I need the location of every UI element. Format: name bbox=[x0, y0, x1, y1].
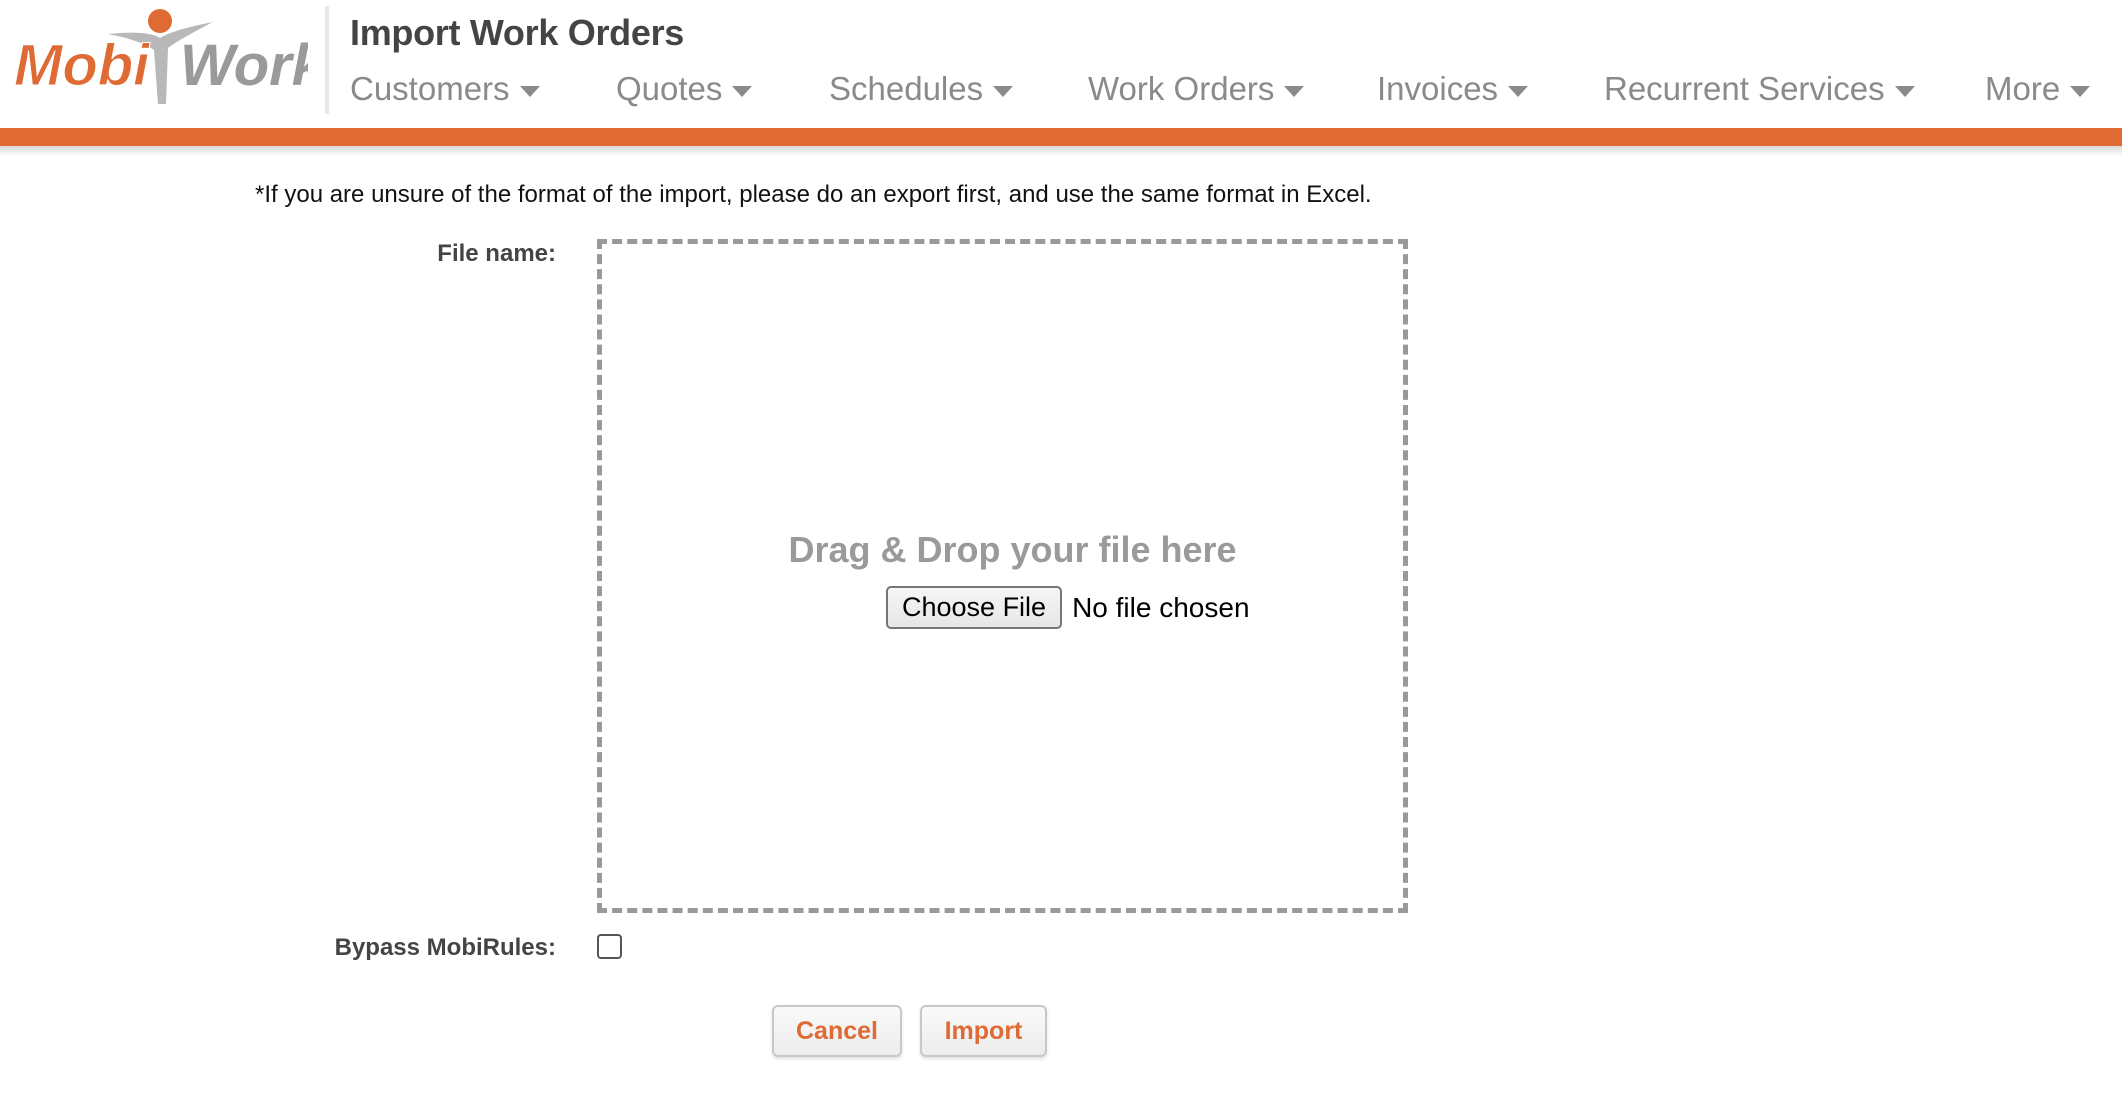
nav-work-orders[interactable]: Work Orders bbox=[1088, 70, 1305, 108]
file-name-label: File name: bbox=[437, 240, 556, 267]
nav-label: Quotes bbox=[616, 70, 723, 107]
nav-label: Schedules bbox=[829, 70, 984, 107]
nav-recurrent-services[interactable]: Recurrent Services bbox=[1604, 70, 1915, 108]
chevron-down-icon bbox=[1284, 85, 1305, 97]
drop-zone-text: Drag & Drop your file here bbox=[788, 529, 1237, 570]
cancel-button[interactable]: Cancel bbox=[772, 1005, 902, 1057]
nav-label: Work Orders bbox=[1088, 70, 1275, 107]
chevron-down-icon bbox=[2070, 85, 2091, 97]
bypass-mobirules-checkbox[interactable] bbox=[597, 934, 622, 959]
page-title: Import Work Orders bbox=[350, 12, 684, 53]
chevron-down-icon bbox=[732, 85, 753, 97]
nav-label: Recurrent Services bbox=[1604, 70, 1885, 107]
nav-more[interactable]: More bbox=[1985, 70, 2091, 108]
chevron-down-icon bbox=[993, 85, 1014, 97]
app-header: Mobi Work Import Work Orders Customers Q… bbox=[0, 0, 2122, 130]
bypass-mobirules-label: Bypass MobiRules: bbox=[334, 934, 556, 961]
nav-label: More bbox=[1985, 70, 2061, 107]
file-drop-zone[interactable]: Drag & Drop your file here Choose File N… bbox=[597, 239, 1408, 913]
file-input: Choose File No file chosen bbox=[886, 586, 1250, 629]
nav-label: Invoices bbox=[1377, 70, 1499, 107]
nav-invoices[interactable]: Invoices bbox=[1377, 70, 1529, 108]
file-status-text: No file chosen bbox=[1072, 591, 1250, 623]
import-button[interactable]: Import bbox=[920, 1005, 1047, 1057]
nav-customers[interactable]: Customers bbox=[350, 70, 540, 108]
nav-quotes[interactable]: Quotes bbox=[616, 70, 753, 108]
header-accent-bar bbox=[0, 128, 2122, 146]
header-shadow bbox=[0, 146, 2122, 156]
chevron-down-icon bbox=[1508, 85, 1529, 97]
main-nav: Customers Quotes Schedules Work Orders I… bbox=[0, 70, 2122, 120]
nav-schedules[interactable]: Schedules bbox=[829, 70, 1014, 108]
nav-label: Customers bbox=[350, 70, 510, 107]
import-format-note: *If you are unsure of the format of the … bbox=[255, 181, 1372, 208]
choose-file-button[interactable]: Choose File bbox=[886, 586, 1063, 629]
chevron-down-icon bbox=[519, 85, 540, 97]
chevron-down-icon bbox=[1894, 85, 1915, 97]
